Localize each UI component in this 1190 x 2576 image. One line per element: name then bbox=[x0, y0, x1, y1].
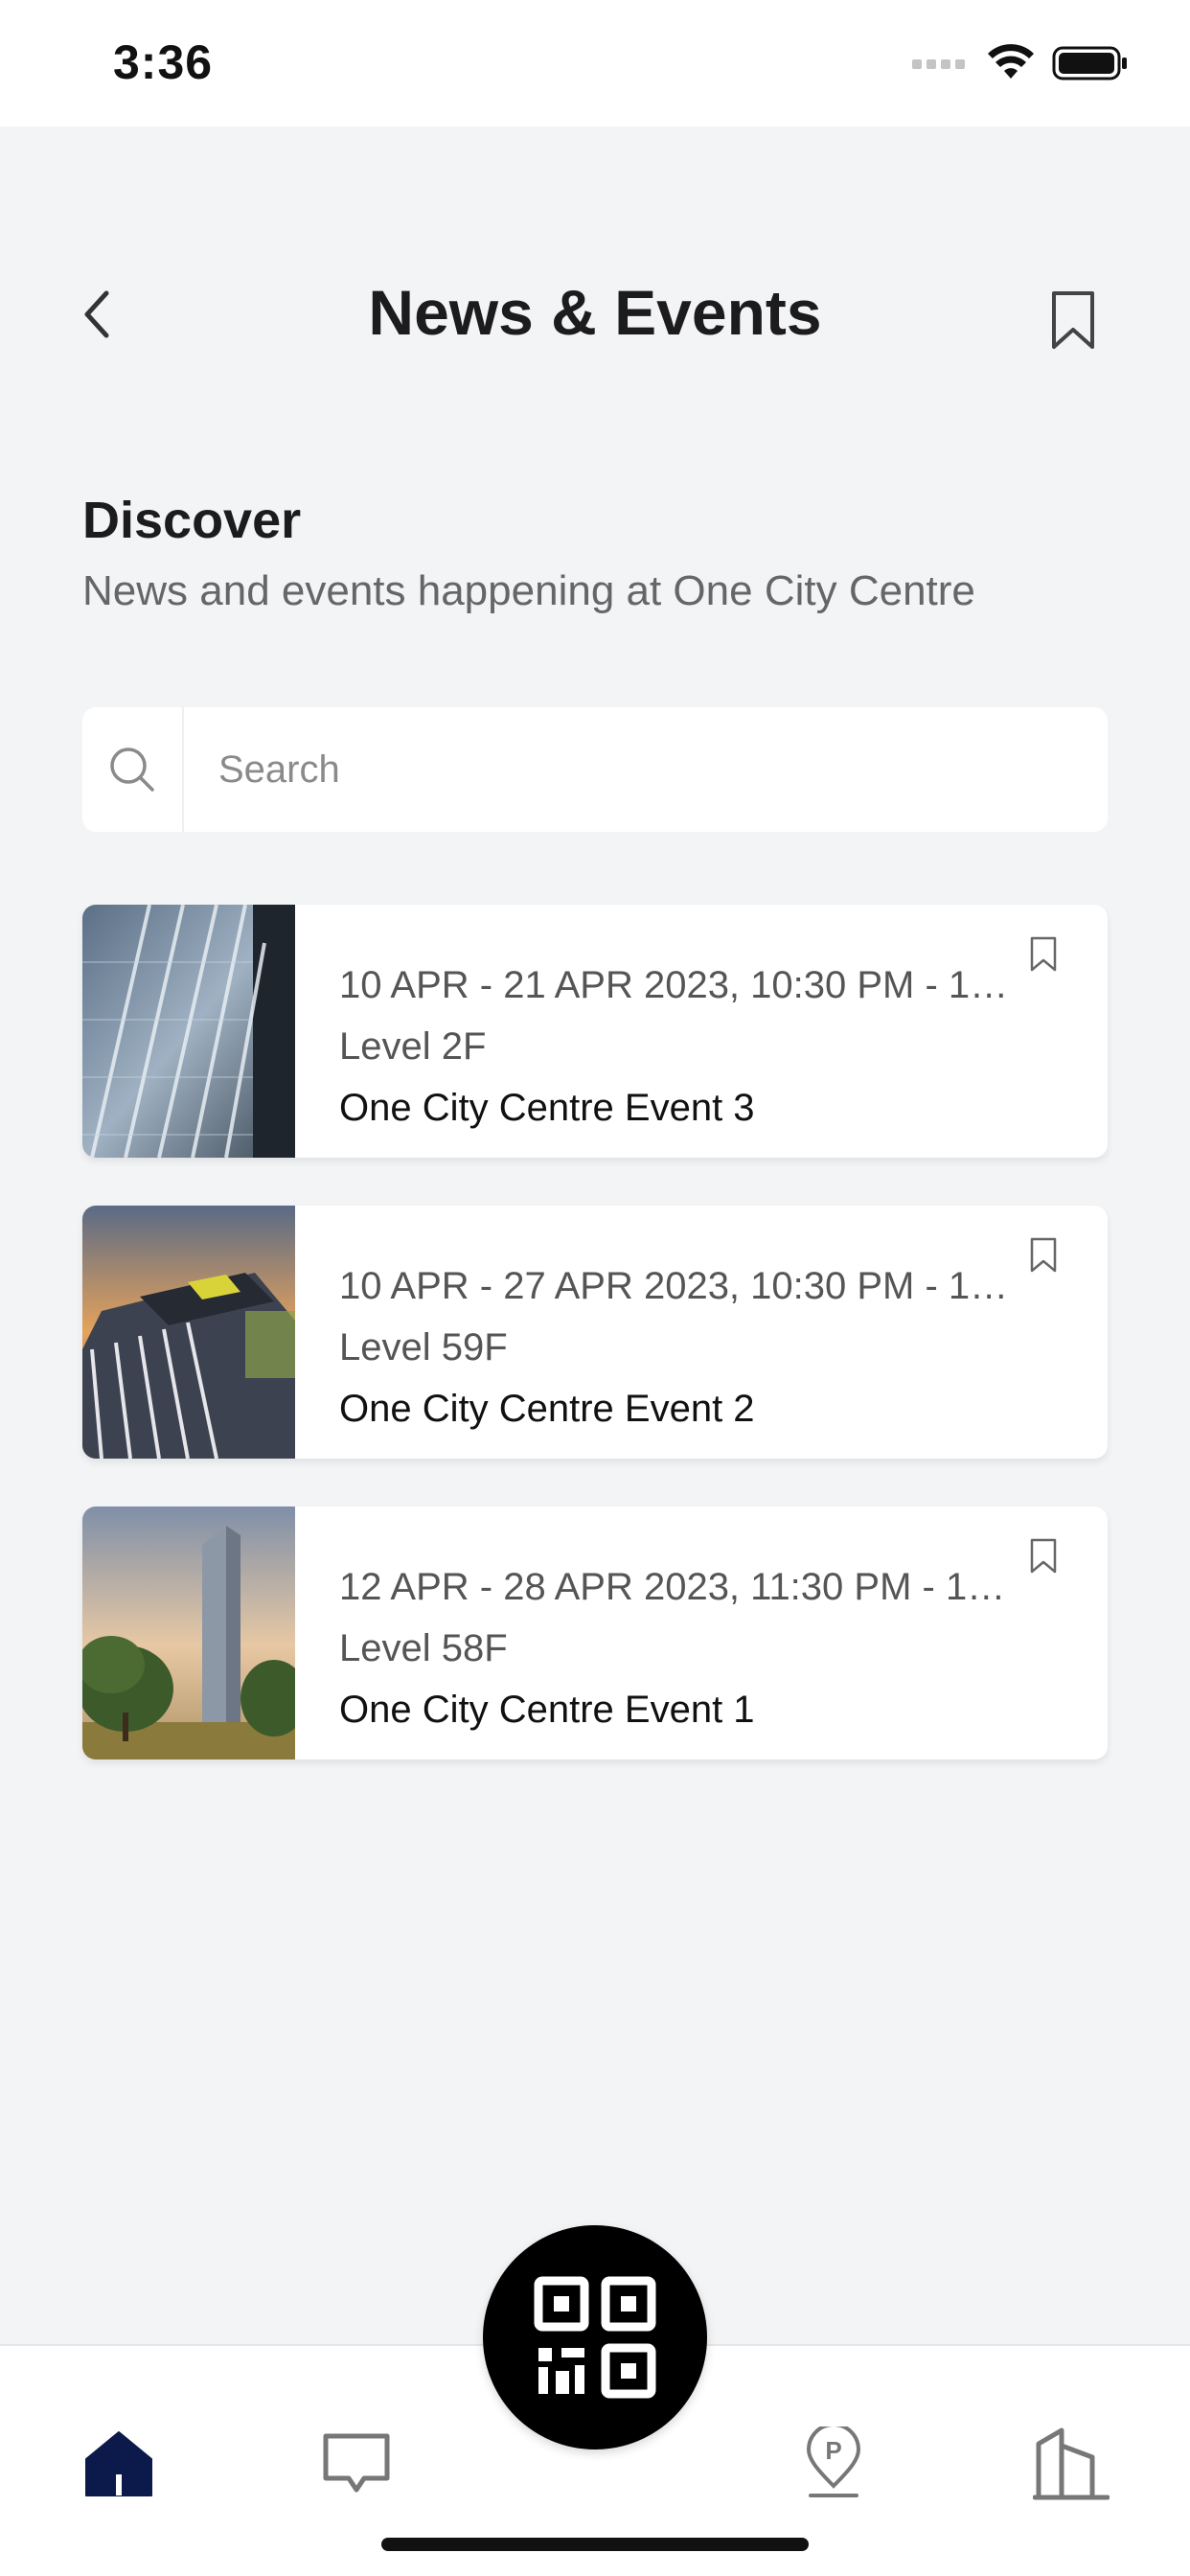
search-input[interactable] bbox=[184, 707, 1108, 832]
event-image bbox=[82, 1506, 295, 1760]
event-level: Level 59F bbox=[339, 1326, 508, 1368]
event-title: One City Centre Event 2 bbox=[339, 1388, 755, 1430]
section-title: Discover bbox=[82, 492, 302, 549]
signal-icon bbox=[912, 59, 965, 69]
event-level: Level 2F bbox=[339, 1025, 487, 1068]
chat-icon bbox=[323, 2433, 390, 2493]
bookmark-icon bbox=[1030, 1237, 1057, 1273]
nav-home[interactable] bbox=[80, 2425, 157, 2501]
status-time: 3:36 bbox=[113, 35, 214, 89]
qr-code-button[interactable] bbox=[483, 2225, 707, 2450]
home-indicator bbox=[381, 2538, 809, 2551]
event-bookmark-button[interactable] bbox=[1027, 1537, 1060, 1576]
event-level: Level 58F bbox=[339, 1627, 508, 1669]
bookmark-icon bbox=[1030, 936, 1057, 972]
status-icons bbox=[912, 42, 1129, 84]
event-card[interactable]: 10 APR - 21 APR 2023, 10:30 PM - 10:30 P… bbox=[82, 905, 1108, 1158]
section-subtitle: News and events happening at One City Ce… bbox=[82, 567, 975, 614]
event-image bbox=[82, 905, 295, 1158]
bookmark-icon bbox=[1030, 1538, 1057, 1574]
bookmark-icon bbox=[1052, 291, 1094, 349]
event-date: 12 APR - 28 APR 2023, 11:30 PM - 10:30 P… bbox=[339, 1566, 1019, 1608]
event-bookmark-button[interactable] bbox=[1027, 935, 1060, 974]
search-bar[interactable] bbox=[82, 707, 1108, 832]
home-icon bbox=[85, 2431, 152, 2496]
nav-messages[interactable] bbox=[318, 2425, 395, 2501]
event-date: 10 APR - 21 APR 2023, 10:30 PM - 10:30 P… bbox=[339, 964, 1019, 1006]
svg-text:P: P bbox=[825, 2436, 841, 2465]
event-card[interactable]: 10 APR - 27 APR 2023, 10:30 PM - 10:30 P… bbox=[82, 1206, 1108, 1459]
search-icon-container bbox=[82, 707, 184, 832]
event-date: 10 APR - 27 APR 2023, 10:30 PM - 10:30 P… bbox=[339, 1265, 1019, 1307]
qr-code-icon bbox=[534, 2276, 656, 2399]
battery-icon bbox=[1052, 46, 1127, 80]
event-image bbox=[82, 1206, 295, 1459]
event-bookmark-button[interactable] bbox=[1027, 1236, 1060, 1275]
event-card[interactable]: 12 APR - 28 APR 2023, 11:30 PM - 10:30 P… bbox=[82, 1506, 1108, 1760]
bookmarks-button[interactable] bbox=[1044, 288, 1102, 355]
page-title: News & Events bbox=[368, 277, 822, 348]
parking-location-icon: P bbox=[806, 2426, 861, 2497]
status-bar: 3:36 bbox=[0, 0, 1190, 126]
building-icon bbox=[1033, 2427, 1110, 2500]
event-title: One City Centre Event 1 bbox=[339, 1689, 755, 1731]
wifi-icon bbox=[988, 44, 1034, 79]
nav-parking[interactable]: P bbox=[795, 2425, 872, 2501]
search-icon bbox=[110, 748, 154, 792]
nav-building[interactable] bbox=[1033, 2425, 1110, 2501]
event-title: One City Centre Event 3 bbox=[339, 1087, 755, 1129]
